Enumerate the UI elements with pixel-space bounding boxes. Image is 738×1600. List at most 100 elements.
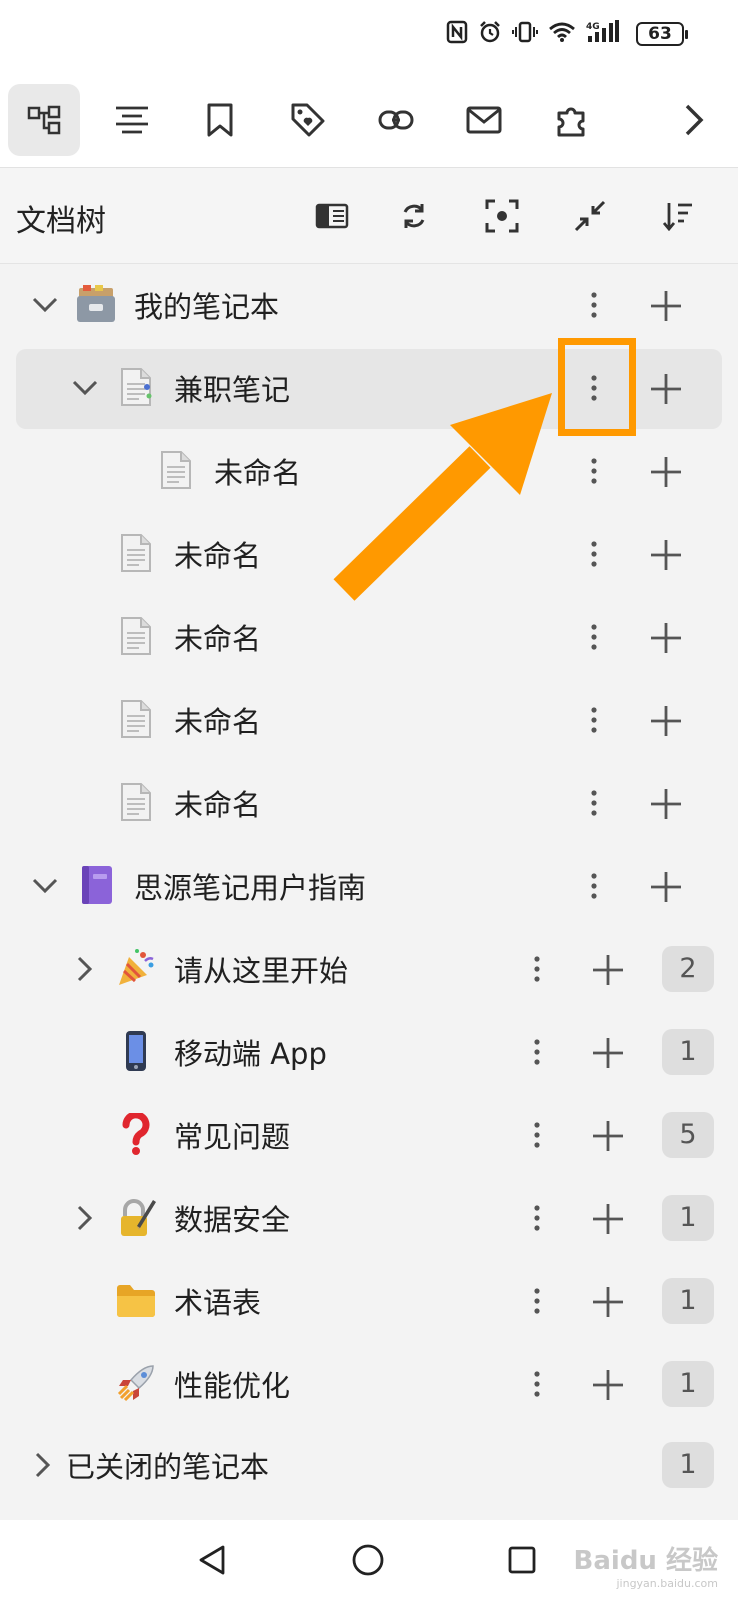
- more-button[interactable]: [577, 286, 611, 324]
- more-button[interactable]: [520, 1199, 554, 1237]
- link-icon: [378, 110, 414, 130]
- add-doc-button[interactable]: [588, 1033, 628, 1073]
- expand-toggle[interactable]: [68, 371, 102, 405]
- expand-toggle[interactable]: [28, 869, 62, 903]
- plus-icon: [651, 374, 681, 404]
- locate-doc-button[interactable]: [480, 194, 524, 238]
- recents-button[interactable]: [500, 1538, 544, 1582]
- question-mark-icon: [114, 1112, 158, 1156]
- tree-row-doc[interactable]: 未命名: [0, 679, 738, 761]
- plus-icon: [651, 872, 681, 902]
- tag-tab[interactable]: [272, 84, 344, 156]
- more-vertical-icon: [534, 1039, 540, 1065]
- add-doc-button[interactable]: [588, 1199, 628, 1239]
- watermark: Baidu 经验 jingyan.baidu.com: [574, 1540, 718, 1590]
- more-vertical-icon: [534, 956, 540, 982]
- plus-icon: [651, 789, 681, 819]
- add-doc-button[interactable]: [588, 950, 628, 990]
- doc-label: 未命名: [174, 539, 262, 573]
- more-button[interactable]: [520, 1282, 554, 1320]
- sub-doc-count-badge: 5: [662, 1112, 714, 1158]
- plus-icon: [593, 1038, 623, 1068]
- back-triangle-icon: [199, 1545, 225, 1575]
- expand-toggle[interactable]: [28, 288, 62, 322]
- nfc-icon: [446, 20, 468, 44]
- more-vertical-icon: [591, 624, 597, 650]
- tree-row-doc[interactable]: 术语表 1: [0, 1260, 738, 1342]
- tree-row-doc[interactable]: 未命名: [0, 762, 738, 844]
- plus-icon: [651, 540, 681, 570]
- add-doc-button[interactable]: [646, 369, 686, 409]
- more-vertical-icon: [534, 1371, 540, 1397]
- outline-tab[interactable]: [96, 84, 168, 156]
- tree-row-doc[interactable]: 移动端 App 1: [0, 1011, 738, 1093]
- inbox-tab[interactable]: [448, 84, 520, 156]
- chevron-right-icon: [77, 956, 93, 982]
- document-icon: [154, 448, 198, 492]
- back-button[interactable]: [190, 1538, 234, 1582]
- mobile-phone-icon: [114, 1029, 158, 1073]
- sort-button[interactable]: [656, 194, 700, 238]
- tree-row-doc[interactable]: 常见问题 5: [0, 1094, 738, 1176]
- watermark-subtext: jingyan.baidu.com: [616, 1577, 718, 1590]
- tree-row-doc[interactable]: 请从这里开始 2: [0, 928, 738, 1010]
- tree-row-doc[interactable]: 性能优化 1: [0, 1343, 738, 1425]
- add-doc-button[interactable]: [646, 286, 686, 326]
- expand-toggle[interactable]: [68, 952, 102, 986]
- more-button[interactable]: [520, 950, 554, 988]
- plugin-tab[interactable]: [536, 84, 608, 156]
- wifi-icon: [549, 22, 575, 42]
- sort-icon: [662, 203, 692, 231]
- doc-label: 兼职笔记: [174, 373, 291, 407]
- battery-indicator: 63: [636, 22, 688, 46]
- backlink-tab[interactable]: [360, 84, 432, 156]
- add-doc-button[interactable]: [646, 701, 686, 741]
- collapse-icon: [574, 200, 606, 232]
- tag-icon: [291, 103, 325, 137]
- sub-doc-count-badge: 2: [662, 946, 714, 992]
- plus-icon: [651, 706, 681, 736]
- more-button[interactable]: [577, 701, 611, 739]
- tree-row-doc[interactable]: 数据安全 1: [0, 1177, 738, 1259]
- tree-row-notebook[interactable]: 思源笔记用户指南: [0, 845, 738, 927]
- add-doc-button[interactable]: [646, 867, 686, 907]
- tree-row-notebook[interactable]: 我的笔记本: [0, 264, 738, 346]
- plus-icon: [593, 1121, 623, 1151]
- more-button[interactable]: [577, 452, 611, 490]
- plus-icon: [651, 457, 681, 487]
- more-vertical-icon: [591, 707, 597, 733]
- panel-title: 文档树: [16, 204, 106, 239]
- expand-toggle[interactable]: [26, 1448, 60, 1482]
- home-button[interactable]: [346, 1538, 390, 1582]
- file-tree-tab[interactable]: [8, 84, 80, 156]
- doc-label: 未命名: [174, 788, 262, 822]
- add-doc-button[interactable]: [646, 618, 686, 658]
- add-doc-button[interactable]: [646, 784, 686, 824]
- notebook-label: 思源笔记用户指南: [134, 871, 367, 905]
- plus-icon: [651, 623, 681, 653]
- more-tabs-button[interactable]: [658, 84, 730, 156]
- doc-label: 未命名: [214, 456, 302, 490]
- bookmark-tab[interactable]: [184, 84, 256, 156]
- refresh-button[interactable]: [392, 194, 436, 238]
- more-button[interactable]: [577, 867, 611, 905]
- dock-toolbar: [0, 70, 738, 168]
- focus-editor-button[interactable]: [310, 194, 354, 238]
- more-button[interactable]: [520, 1033, 554, 1071]
- add-doc-button[interactable]: [588, 1365, 628, 1405]
- more-button[interactable]: [577, 784, 611, 822]
- collapse-all-button[interactable]: [568, 194, 612, 238]
- add-doc-button[interactable]: [646, 452, 686, 492]
- more-button[interactable]: [577, 618, 611, 656]
- add-doc-button[interactable]: [646, 535, 686, 575]
- more-vertical-icon: [591, 541, 597, 567]
- more-vertical-icon: [591, 458, 597, 484]
- add-doc-button[interactable]: [588, 1116, 628, 1156]
- closed-notebooks-row[interactable]: 已关闭的笔记本 1: [0, 1424, 738, 1506]
- more-button[interactable]: [577, 535, 611, 573]
- more-button[interactable]: [520, 1365, 554, 1403]
- expand-toggle[interactable]: [68, 1201, 102, 1235]
- folder-icon: [114, 1278, 158, 1322]
- more-button[interactable]: [520, 1116, 554, 1154]
- add-doc-button[interactable]: [588, 1282, 628, 1322]
